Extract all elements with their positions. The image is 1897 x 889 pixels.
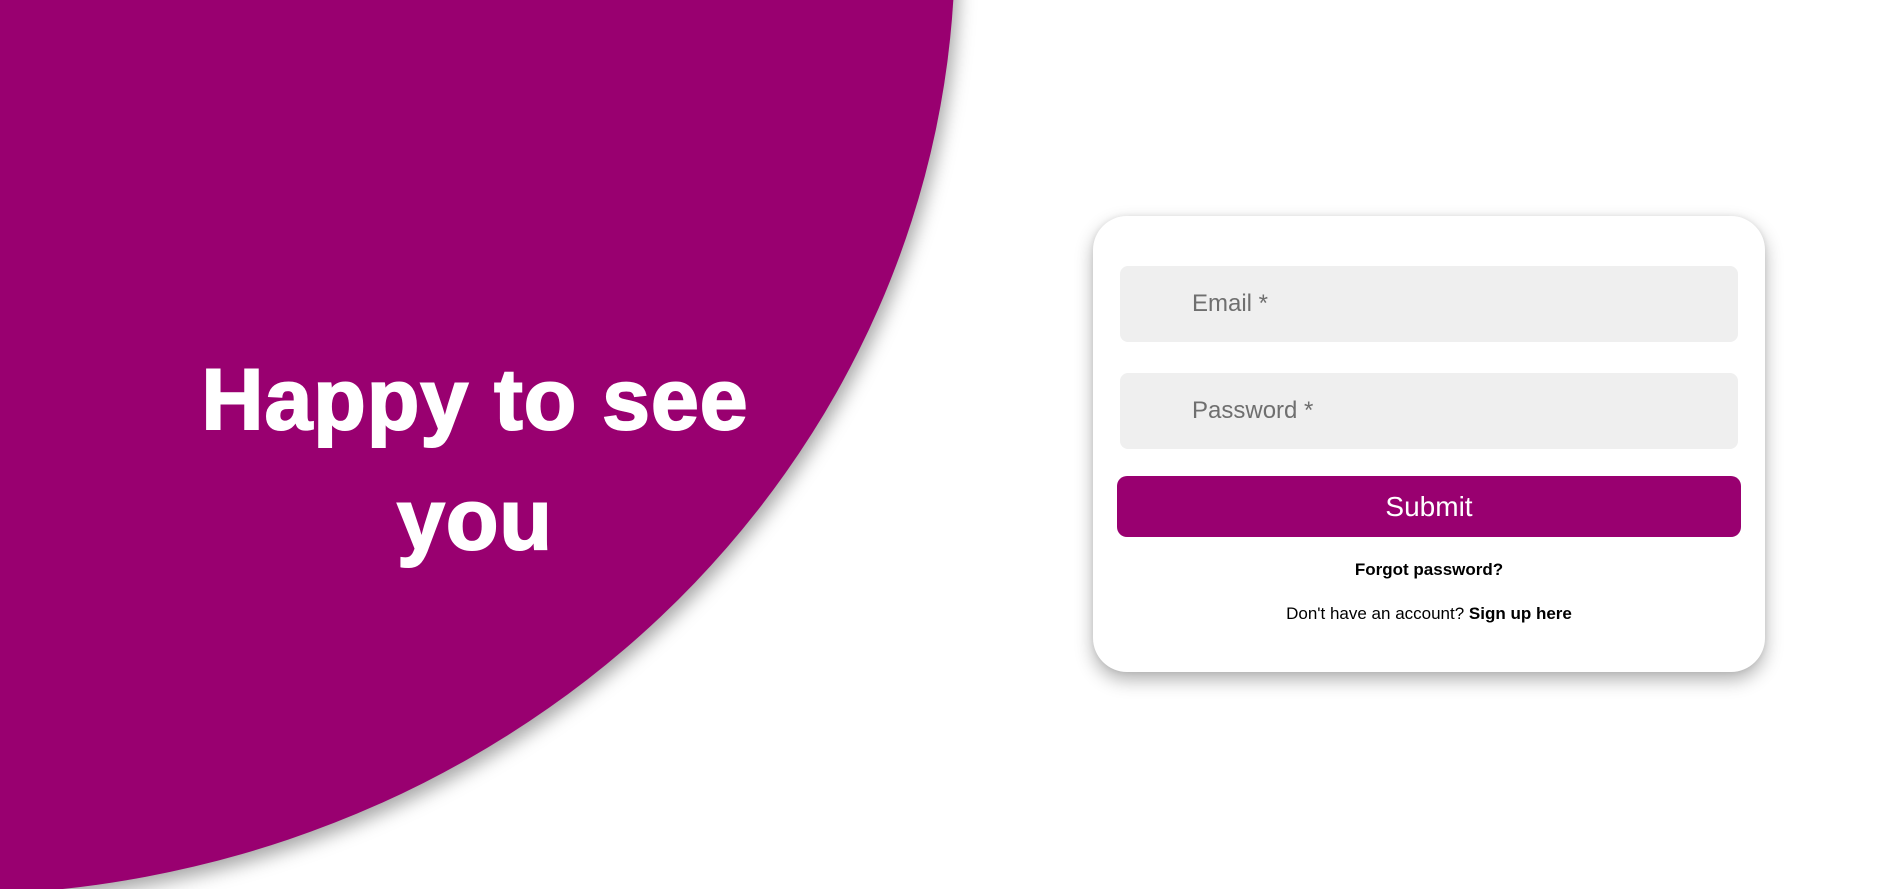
signup-prompt: Don't have an account? (1286, 604, 1469, 623)
password-input[interactable] (1120, 373, 1738, 449)
login-form: Submit Forgot password? Don't have an ac… (1093, 216, 1765, 672)
forgot-password-link[interactable]: Forgot password? (1093, 560, 1765, 580)
email-input[interactable] (1120, 266, 1738, 342)
submit-button[interactable]: Submit (1117, 476, 1741, 537)
login-page: Happy to see you Submit Forgot password?… (0, 0, 1897, 889)
signup-link[interactable]: Sign up here (1469, 604, 1572, 623)
signup-row: Don't have an account? Sign up here (1093, 604, 1765, 624)
hero-heading: Happy to see you (200, 351, 749, 569)
